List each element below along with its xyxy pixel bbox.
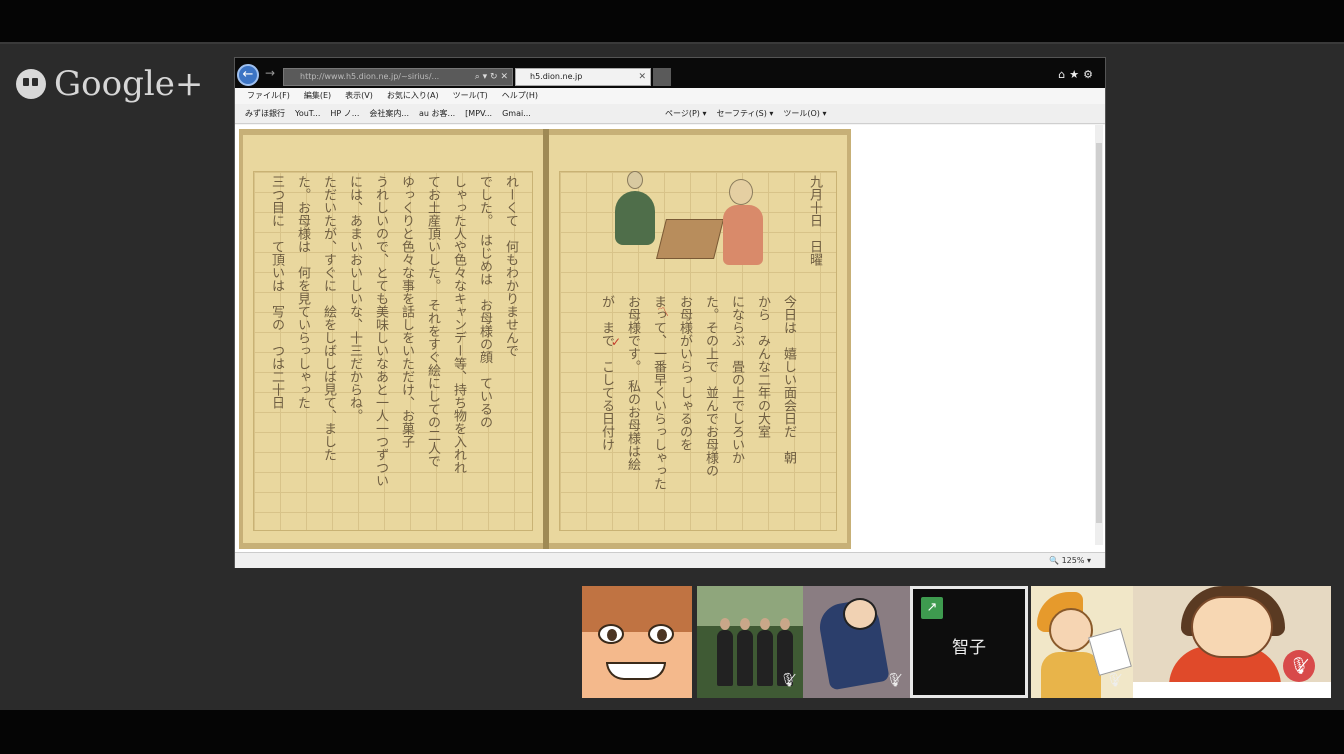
chevron-down-icon[interactable]: ▾: [1087, 556, 1091, 565]
status-bar: 🔍 125% ▾: [235, 552, 1105, 568]
handwritten-line: 今日は 嬉しい面会日だ 朝: [781, 295, 796, 464]
favorite-item[interactable]: YouT...: [295, 104, 320, 123]
menu-bar: ファイル(F) 編集(E) 表示(V) お気に入り(A) ツール(T) ヘルプ(…: [235, 88, 1105, 104]
handwritten-line: が まで こしてる日付け: [599, 295, 614, 451]
avatar-face: [843, 598, 877, 630]
scrollbar-thumb[interactable]: [1096, 143, 1102, 523]
participant-tile[interactable]: [582, 586, 692, 698]
address-actions-icon[interactable]: ⌕ ▾ ↻ ✕: [475, 69, 508, 85]
handwritten-line: れーくて 何もわかりませんで: [503, 175, 518, 357]
mic-muted-icon: 🎙︎̸: [885, 673, 903, 688]
address-bar[interactable]: http://www.h5.dion.ne.jp/~sirius/... ⌕ ▾…: [283, 68, 513, 86]
top-letterbox: [0, 0, 1344, 42]
page-content: れーくて 何もわかりませんで でした。 はじめは お母様の顔 ているの しゃった…: [235, 125, 1105, 555]
favorite-item[interactable]: HP ノ...: [330, 104, 359, 123]
drawing-low-table: [656, 219, 724, 259]
photo-person: [717, 618, 733, 686]
handwritten-line: てお土産頂いした。 それをすぐ絵にしての二人で: [425, 175, 440, 468]
handwritten-line: お母様がいらっしゃるのを: [677, 295, 692, 451]
bottom-letterbox: [0, 710, 1344, 754]
menu-edit[interactable]: 編集(E): [304, 88, 331, 104]
avatar-desk: [1133, 682, 1331, 698]
hangouts-icon: [16, 69, 46, 99]
favorite-item[interactable]: Gmai...: [502, 104, 531, 123]
notebook-left-page: れーくて 何もわかりませんで でした。 はじめは お母様の顔 ているの しゃった…: [243, 135, 543, 543]
shared-screen-browser: ← → http://www.h5.dion.ne.jp/~sirius/...…: [234, 57, 1106, 568]
photo-person: [757, 618, 773, 686]
tools-menu-button[interactable]: ツール(O) ▾: [783, 104, 826, 123]
tab-close-icon[interactable]: ✕: [638, 69, 646, 85]
group-photo-avatar: [697, 586, 807, 626]
drawing-girl-in-red: [721, 179, 763, 271]
notebook-scan-image: れーくて 何もわかりませんで でした。 はじめは お母様の顔 ているの しゃった…: [239, 129, 851, 549]
photo-person: [737, 618, 753, 686]
new-tab-button[interactable]: [653, 68, 671, 86]
favorite-item[interactable]: [MPV...: [465, 104, 492, 123]
mic-muted-icon: 🎙︎̸: [1105, 673, 1123, 688]
zoom-level[interactable]: 125%: [1062, 556, 1085, 565]
menu-help[interactable]: ヘルプ(H): [502, 88, 538, 104]
menu-tools[interactable]: ツール(T): [453, 88, 488, 104]
browser-home-fav-settings-icons[interactable]: ⌂★⚙: [1058, 68, 1097, 81]
participant-tile[interactable]: 🎙︎̸: [803, 586, 913, 698]
mic-muted-icon[interactable]: 🎙︎̸: [1283, 650, 1315, 682]
notebook-right-page: 九月十日 日曜 今日は 嬉しい面会日だ 朝 から みんな二年の大室 にならぶ 畳…: [549, 135, 847, 543]
handwritten-line: にならぶ 畳の上でしろいか: [729, 295, 744, 464]
favorite-item[interactable]: au お客...: [419, 104, 455, 123]
avatar-mouth: [606, 662, 666, 680]
handwritten-line: た。その上で 並んでお母様の: [703, 295, 718, 477]
participant-tile-active[interactable]: ↗ 智子: [910, 586, 1028, 698]
participant-tile[interactable]: 🎙︎̸: [697, 586, 807, 698]
avatar-eye: [598, 624, 624, 644]
address-text: http://www.h5.dion.ne.jp/~sirius/...: [300, 72, 440, 81]
handwritten-line: まって、一番早くいらっしゃった: [651, 295, 666, 490]
self-view-tile[interactable]: 🎙︎̸: [1133, 586, 1331, 698]
avatar-face: [1191, 596, 1273, 658]
handwritten-line: 九月十日 日曜: [807, 175, 822, 266]
handwritten-line: ゆっくりと色々な事を話しをいただけ、お菓子: [399, 175, 414, 448]
browser-titlebar: ← → http://www.h5.dion.ne.jp/~sirius/...…: [235, 58, 1105, 88]
zoom-icon: 🔍: [1049, 556, 1062, 565]
handwritten-line: 三つ目に て頂いは 写の つは二十日: [269, 175, 284, 409]
google-plus-logo: Google+: [16, 64, 203, 104]
avatar-eye: [648, 624, 674, 644]
back-button[interactable]: ←: [237, 64, 259, 86]
drawing-seated-figure: [611, 171, 655, 245]
participant-tile[interactable]: 🎙︎̸: [1031, 586, 1133, 698]
handwritten-line: ただいたが、すぐに 絵をしばしば見て、ました: [321, 175, 336, 461]
avatar-body: [1041, 652, 1101, 698]
red-correction-mark: 〽: [657, 305, 670, 319]
mic-muted-icon: 🎙︎̸: [779, 673, 797, 688]
handwritten-line: しゃった人や色々なキャンデー等、持ち物を入れれ: [451, 175, 466, 474]
red-correction-mark: ✓: [611, 335, 622, 349]
google-plus-logo-text: Google+: [54, 64, 204, 104]
page-menu-button[interactable]: ページ(P) ▾: [665, 104, 706, 123]
handwritten-line: でした。 はじめは お母様の顔 ているの: [477, 175, 492, 429]
favorite-item[interactable]: みずほ銀行: [245, 104, 285, 123]
handwritten-line: うれしいので、とても美味しいなあと一人一つずつい: [373, 175, 388, 487]
browser-tab[interactable]: h5.dion.ne.jp ✕: [515, 68, 651, 86]
tab-title: h5.dion.ne.jp: [530, 72, 583, 81]
participant-name: 智子: [952, 638, 986, 658]
safety-menu-button[interactable]: セーフティ(S) ▾: [716, 104, 773, 123]
forward-button[interactable]: →: [265, 66, 275, 80]
handwritten-line: には、あまいおいしいな、十三だからね。: [347, 175, 362, 422]
handwritten-line: お母様です。 私のお母様は絵: [625, 295, 640, 471]
menu-favorites[interactable]: お気に入り(A): [387, 88, 439, 104]
anime-girl-avatar: [582, 586, 692, 632]
vertical-scrollbar[interactable]: [1095, 125, 1103, 545]
handwritten-line: た。お母様は 何を見ていらっしゃった: [295, 175, 310, 409]
share-icon: ↗: [921, 597, 943, 619]
favorites-bar: みずほ銀行 YouT... HP ノ... 会社案内... au お客... […: [235, 104, 1105, 124]
menu-file[interactable]: ファイル(F): [247, 88, 290, 104]
menu-view[interactable]: 表示(V): [345, 88, 373, 104]
avatar-face: [1049, 608, 1093, 652]
favorite-item[interactable]: 会社案内...: [369, 104, 409, 123]
handwritten-line: から みんな二年の大室: [755, 295, 770, 438]
